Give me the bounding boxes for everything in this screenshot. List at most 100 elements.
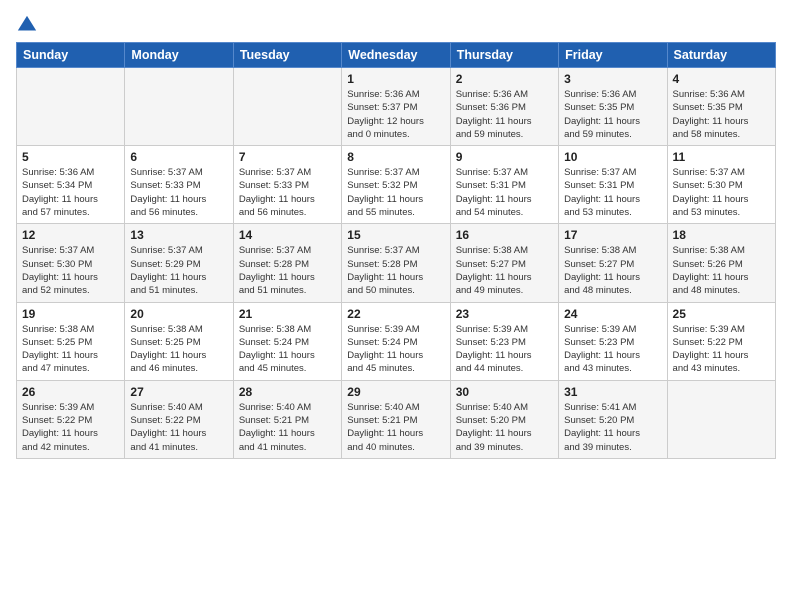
day-info: Sunrise: 5:37 AM Sunset: 5:30 PM Dayligh… (673, 166, 770, 219)
page-container: SundayMondayTuesdayWednesdayThursdayFrid… (0, 0, 792, 469)
day-info: Sunrise: 5:40 AM Sunset: 5:22 PM Dayligh… (130, 401, 227, 454)
calendar-cell: 15Sunrise: 5:37 AM Sunset: 5:28 PM Dayli… (342, 224, 450, 302)
day-number: 21 (239, 307, 336, 321)
calendar-cell: 8 Sunrise: 5:37 AM Sunset: 5:32 PM Daylig… (342, 146, 450, 224)
day-number: 12 (22, 228, 119, 242)
calendar-cell: 16 Sunrise: 5:38 AM Sunset: 5:27 PM Dayli… (450, 224, 558, 302)
day-number: 16 (456, 228, 553, 242)
calendar-week-row: 19 Sunrise: 5:38 AM Sunset: 5:25 PM Dayli… (17, 302, 776, 380)
calendar-cell: 25 Sunrise: 5:39 AM Sunset: 5:22 PM Dayli… (667, 302, 775, 380)
day-info: Sunrise: 5:40 AM Sunset: 5:20 PM Dayligh… (456, 401, 553, 454)
calendar-cell: 27 Sunrise: 5:40 AM Sunset: 5:22 PM Dayli… (125, 380, 233, 458)
calendar-cell: 20 Sunrise: 5:38 AM Sunset: 5:25 PM Dayli… (125, 302, 233, 380)
calendar-cell: 5 Sunrise: 5:36 AM Sunset: 5:34 PM Daylig… (17, 146, 125, 224)
day-info: Sunrise: 5:41 AM Sunset: 5:20 PM Dayligh… (564, 401, 661, 454)
calendar-cell: 4Sunrise: 5:36 AM Sunset: 5:35 PM Daylig… (667, 68, 775, 146)
day-info: Sunrise: 5:37 AM Sunset: 5:31 PM Dayligh… (456, 166, 553, 219)
day-info: Sunrise: 5:38 AM Sunset: 5:24 PM Dayligh… (239, 323, 336, 376)
day-info: Sunrise: 5:39 AM Sunset: 5:23 PM Dayligh… (456, 323, 553, 376)
day-info: Sunrise: 5:38 AM Sunset: 5:26 PM Dayligh… (673, 244, 770, 297)
calendar-table: SundayMondayTuesdayWednesdayThursdayFrid… (16, 42, 776, 459)
day-number: 7 (239, 150, 336, 164)
calendar-cell: 29Sunrise: 5:40 AM Sunset: 5:21 PM Dayli… (342, 380, 450, 458)
day-info: Sunrise: 5:38 AM Sunset: 5:27 PM Dayligh… (456, 244, 553, 297)
day-number: 11 (673, 150, 770, 164)
day-info: Sunrise: 5:37 AM Sunset: 5:33 PM Dayligh… (130, 166, 227, 219)
day-info: Sunrise: 5:37 AM Sunset: 5:28 PM Dayligh… (347, 244, 444, 297)
day-number: 3 (564, 72, 661, 86)
calendar-cell: 26 Sunrise: 5:39 AM Sunset: 5:22 PM Dayli… (17, 380, 125, 458)
day-number: 10 (564, 150, 661, 164)
calendar-cell: 23 Sunrise: 5:39 AM Sunset: 5:23 PM Dayli… (450, 302, 558, 380)
day-number: 20 (130, 307, 227, 321)
day-info: Sunrise: 5:39 AM Sunset: 5:23 PM Dayligh… (564, 323, 661, 376)
calendar-cell: 24 Sunrise: 5:39 AM Sunset: 5:23 PM Dayli… (559, 302, 667, 380)
day-info: Sunrise: 5:38 AM Sunset: 5:27 PM Dayligh… (564, 244, 661, 297)
calendar-week-row: 1Sunrise: 5:36 AM Sunset: 5:37 PM Daylig… (17, 68, 776, 146)
day-number: 13 (130, 228, 227, 242)
day-number: 17 (564, 228, 661, 242)
day-number: 18 (673, 228, 770, 242)
calendar-cell (17, 68, 125, 146)
day-number: 24 (564, 307, 661, 321)
day-info: Sunrise: 5:38 AM Sunset: 5:25 PM Dayligh… (130, 323, 227, 376)
calendar-cell: 6 Sunrise: 5:37 AM Sunset: 5:33 PM Daylig… (125, 146, 233, 224)
day-info: Sunrise: 5:37 AM Sunset: 5:29 PM Dayligh… (130, 244, 227, 297)
calendar-cell: 2 Sunrise: 5:36 AM Sunset: 5:36 PM Daylig… (450, 68, 558, 146)
calendar-cell: 13 Sunrise: 5:37 AM Sunset: 5:29 PM Dayli… (125, 224, 233, 302)
day-info: Sunrise: 5:37 AM Sunset: 5:30 PM Dayligh… (22, 244, 119, 297)
day-info: Sunrise: 5:39 AM Sunset: 5:24 PM Dayligh… (347, 323, 444, 376)
header (16, 10, 776, 36)
day-number: 2 (456, 72, 553, 86)
calendar-cell: 3 Sunrise: 5:36 AM Sunset: 5:35 PM Daylig… (559, 68, 667, 146)
day-info: Sunrise: 5:37 AM Sunset: 5:33 PM Dayligh… (239, 166, 336, 219)
day-number: 31 (564, 385, 661, 399)
calendar-header-friday: Friday (559, 43, 667, 68)
logo-icon (16, 14, 38, 36)
calendar-header-thursday: Thursday (450, 43, 558, 68)
day-info: Sunrise: 5:39 AM Sunset: 5:22 PM Dayligh… (22, 401, 119, 454)
calendar-cell: 7 Sunrise: 5:37 AM Sunset: 5:33 PM Daylig… (233, 146, 341, 224)
calendar-header-tuesday: Tuesday (233, 43, 341, 68)
calendar-week-row: 12 Sunrise: 5:37 AM Sunset: 5:30 PM Dayli… (17, 224, 776, 302)
day-number: 27 (130, 385, 227, 399)
calendar-header-row: SundayMondayTuesdayWednesdayThursdayFrid… (17, 43, 776, 68)
calendar-cell: 9 Sunrise: 5:37 AM Sunset: 5:31 PM Daylig… (450, 146, 558, 224)
logo (16, 14, 40, 36)
day-number: 23 (456, 307, 553, 321)
calendar-header-wednesday: Wednesday (342, 43, 450, 68)
calendar-cell: 28Sunrise: 5:40 AM Sunset: 5:21 PM Dayli… (233, 380, 341, 458)
calendar-header-monday: Monday (125, 43, 233, 68)
day-info: Sunrise: 5:39 AM Sunset: 5:22 PM Dayligh… (673, 323, 770, 376)
day-number: 25 (673, 307, 770, 321)
day-number: 5 (22, 150, 119, 164)
calendar-cell (667, 380, 775, 458)
calendar-cell (233, 68, 341, 146)
calendar-cell: 1Sunrise: 5:36 AM Sunset: 5:37 PM Daylig… (342, 68, 450, 146)
day-info: Sunrise: 5:36 AM Sunset: 5:35 PM Dayligh… (673, 88, 770, 141)
calendar-cell: 11 Sunrise: 5:37 AM Sunset: 5:30 PM Dayli… (667, 146, 775, 224)
day-number: 26 (22, 385, 119, 399)
day-number: 1 (347, 72, 444, 86)
day-number: 14 (239, 228, 336, 242)
day-number: 8 (347, 150, 444, 164)
calendar-cell: 14Sunrise: 5:37 AM Sunset: 5:28 PM Dayli… (233, 224, 341, 302)
calendar-header-saturday: Saturday (667, 43, 775, 68)
day-number: 30 (456, 385, 553, 399)
day-info: Sunrise: 5:36 AM Sunset: 5:35 PM Dayligh… (564, 88, 661, 141)
calendar-cell: 17 Sunrise: 5:38 AM Sunset: 5:27 PM Dayli… (559, 224, 667, 302)
day-number: 19 (22, 307, 119, 321)
calendar-cell: 31 Sunrise: 5:41 AM Sunset: 5:20 PM Dayli… (559, 380, 667, 458)
calendar-header-sunday: Sunday (17, 43, 125, 68)
day-number: 9 (456, 150, 553, 164)
day-number: 6 (130, 150, 227, 164)
calendar-cell: 10 Sunrise: 5:37 AM Sunset: 5:31 PM Dayli… (559, 146, 667, 224)
day-info: Sunrise: 5:36 AM Sunset: 5:34 PM Dayligh… (22, 166, 119, 219)
day-info: Sunrise: 5:37 AM Sunset: 5:31 PM Dayligh… (564, 166, 661, 219)
calendar-cell: 19 Sunrise: 5:38 AM Sunset: 5:25 PM Dayli… (17, 302, 125, 380)
day-info: Sunrise: 5:38 AM Sunset: 5:25 PM Dayligh… (22, 323, 119, 376)
day-info: Sunrise: 5:36 AM Sunset: 5:36 PM Dayligh… (456, 88, 553, 141)
calendar-week-row: 26 Sunrise: 5:39 AM Sunset: 5:22 PM Dayli… (17, 380, 776, 458)
day-info: Sunrise: 5:40 AM Sunset: 5:21 PM Dayligh… (347, 401, 444, 454)
day-info: Sunrise: 5:37 AM Sunset: 5:32 PM Dayligh… (347, 166, 444, 219)
